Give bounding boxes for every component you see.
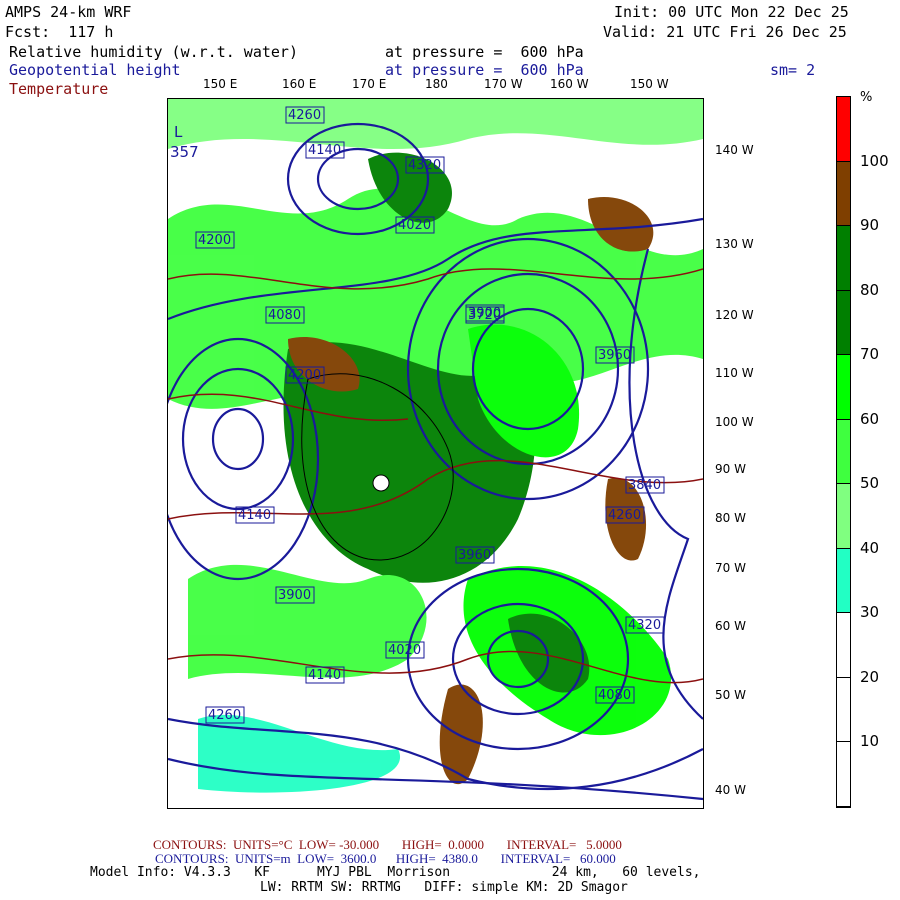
height-label: 4020 <box>398 218 431 233</box>
colorbar-segment <box>837 548 850 614</box>
colorbar-tick: 80 <box>860 280 880 299</box>
colorbar-tick: 100 <box>860 151 889 170</box>
height-label: 4200 <box>288 368 321 383</box>
height-label: 4320 <box>408 158 441 173</box>
height-label: 4260 <box>208 708 241 723</box>
lat-label: 130 W <box>715 237 754 251</box>
lat-label: 50 W <box>715 688 746 702</box>
lon-label: 160 W <box>550 77 589 91</box>
height-label: 4020 <box>388 643 421 658</box>
map-plot: 4260 4140 4320 4200 4020 4080 3960 3900 3720 3840… <box>156 98 704 809</box>
lat-label: 80 W <box>715 511 746 525</box>
model-info: Model Info: V4.3.3 KF MYJ PBL Morrison 2… <box>90 865 701 880</box>
lat-label: 70 W <box>715 561 746 575</box>
colorbar-segment <box>837 677 850 743</box>
colorbar-segment <box>837 161 850 227</box>
height-label: 3900 <box>278 588 311 603</box>
height-label: 3960 <box>458 548 491 563</box>
height-label: 4200 <box>198 233 231 248</box>
colorbar-tick: 20 <box>860 667 880 686</box>
weather-map-page: AMPS 24-km WRF Fcst: 117 h Init: 00 UTC … <box>0 0 900 900</box>
lon-label: 150 W <box>630 77 669 91</box>
map-svg: 4260 4140 4320 4200 4020 4080 3960 3900 3720 3840… <box>156 99 704 801</box>
height-label: 3720 <box>468 308 501 323</box>
lat-label: 60 W <box>715 619 746 633</box>
colorbar-segment <box>837 419 850 485</box>
lat-label: 90 W <box>715 462 746 476</box>
height-label: 4260 <box>608 508 641 523</box>
colorbar-tick: 90 <box>860 216 880 235</box>
colorbar-tick: 60 <box>860 409 880 428</box>
colorbar-segment <box>837 742 850 807</box>
height-contour-info: CONTOURS: UNITS=m LOW= 3600.0 HIGH= 4380… <box>155 851 616 866</box>
colorbar-tick: 10 <box>860 732 880 751</box>
lon-label: 170 W <box>484 77 523 91</box>
height-label: 3840 <box>628 478 661 493</box>
valid-time: Valid: 21 UTC Fri 26 Dec 25 <box>603 23 847 41</box>
height-label: 4260 <box>288 108 321 123</box>
height-label: 4080 <box>598 688 631 703</box>
colorbar-tick: 30 <box>860 603 880 622</box>
colorbar-segment <box>837 355 850 420</box>
lon-label: 160 E <box>282 77 317 91</box>
model-info-physics: LW: RRTM SW: RRTMG DIFF: simple KM: 2D S… <box>260 880 628 895</box>
colorbar-tick: 70 <box>860 345 880 364</box>
lat-label: 120 W <box>715 308 754 322</box>
forecast-hour: Fcst: 117 h <box>5 23 114 41</box>
lat-label: 40 W <box>715 783 746 797</box>
height-label: 4140 <box>238 508 271 523</box>
colorbar-unit: % <box>860 90 873 105</box>
lat-label: 100 W <box>715 415 754 429</box>
field-height: Geopotential height <box>9 61 181 79</box>
lon-label: 170 E <box>352 77 387 91</box>
smoothing: sm= 2 <box>770 61 816 79</box>
colorbar-tick: 50 <box>860 474 880 493</box>
colorbar-segment <box>837 613 850 678</box>
height-label: 4320 <box>628 618 661 633</box>
init-time: Init: 00 UTC Mon 22 Dec 25 <box>614 3 849 21</box>
lat-label: 140 W <box>715 143 754 157</box>
colorbar <box>836 96 851 808</box>
height-label: 4140 <box>308 143 341 158</box>
low-center-label: 357 <box>170 143 199 161</box>
height-label: 4080 <box>268 308 301 323</box>
field-rh-level: at pressure = 600 hPa <box>385 43 584 61</box>
colorbar-segment <box>837 226 850 291</box>
lon-label: 180 <box>425 77 448 91</box>
colorbar-tick: 40 <box>860 538 880 557</box>
field-rh: Relative humidity (w.r.t. water) <box>9 43 298 61</box>
temp-contour-info: CONTOURS: UNITS=°C LOW= -30.000 HIGH= 0.… <box>153 837 622 852</box>
lat-label: 110 W <box>715 366 754 380</box>
height-label: 3960 <box>598 348 631 363</box>
colorbar-segment <box>837 290 850 356</box>
low-center-label: L <box>174 123 183 141</box>
model-title: AMPS 24-km WRF <box>5 3 132 21</box>
field-temp: Temperature <box>9 80 109 98</box>
colorbar-segment <box>837 484 850 549</box>
lon-label: 150 E <box>203 77 238 91</box>
height-label: 4140 <box>308 668 341 683</box>
colorbar-segment <box>837 97 850 162</box>
field-height-level: at pressure = 600 hPa <box>385 61 584 79</box>
